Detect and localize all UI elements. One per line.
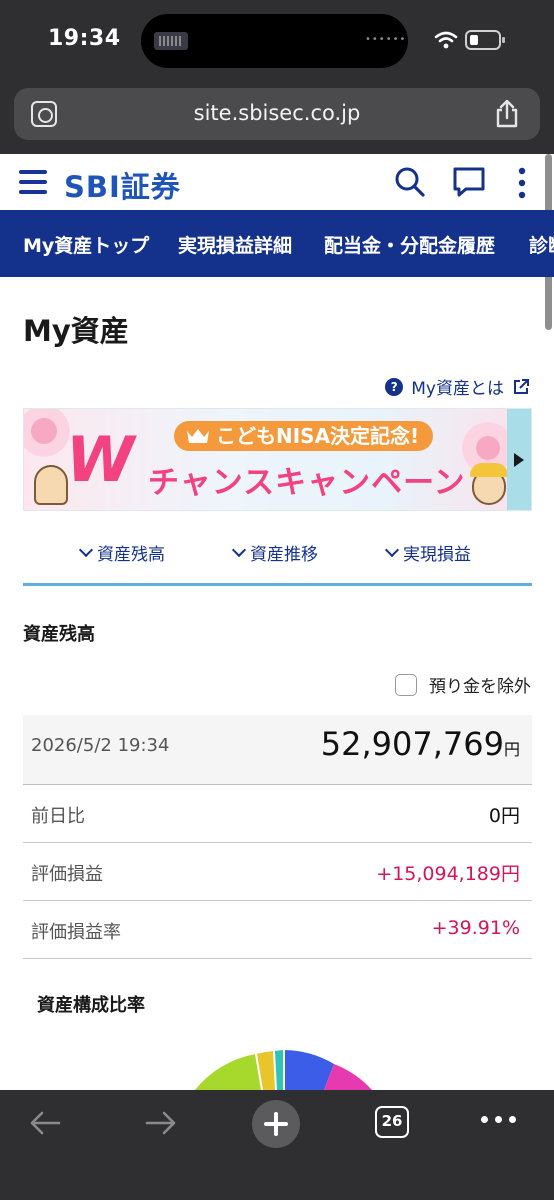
exclude-deposit-checkbox[interactable] [395, 673, 417, 696]
forward-arrow-icon[interactable] [143, 1108, 179, 1138]
banner-w-letter: W [66, 423, 135, 496]
tab-count-button[interactable]: 26 [375, 1106, 409, 1138]
composition-donut-chart [195, 1050, 372, 1090]
more-vertical-icon[interactable] [512, 166, 532, 200]
more-horizontal-icon[interactable] [481, 1114, 517, 1126]
unrealized-pl-rate-value: +39.91% [431, 917, 520, 939]
site-header: SBI証券 [0, 154, 554, 210]
help-link-label[interactable]: My資産とは [411, 374, 504, 399]
total-balance-row: 2026/5/2 19:34 52,907,769円 [23, 715, 532, 785]
banner-main-text: チャンスキャンペーン [148, 465, 466, 501]
tab-my-assets-top[interactable]: My資産トップ [23, 231, 149, 258]
anchor-trend[interactable]: 資産推移 [231, 540, 318, 565]
composition-title: 資産構成比率 [37, 995, 145, 1016]
address-bar[interactable]: site.sbisec.co.jp [14, 88, 540, 140]
tab-realized-pl[interactable]: 実現損益詳細 [178, 231, 292, 258]
child-illustration [470, 463, 508, 505]
chevron-down-icon [384, 542, 400, 557]
help-link[interactable]: ? My資産とは [385, 374, 530, 399]
child-illustration [34, 465, 68, 505]
back-arrow-icon[interactable] [27, 1108, 63, 1138]
total-balance: 52,907,769円 [320, 725, 520, 763]
new-tab-plus-icon[interactable] [252, 1100, 300, 1148]
island-dots: •••••• [365, 34, 407, 45]
page-title: My資産 [23, 314, 129, 348]
anchor-balance[interactable]: 資産残高 [78, 540, 165, 565]
unrealized-pl-label: 評価損益 [31, 864, 103, 885]
chevron-down-icon [231, 542, 247, 557]
balance-section-title: 資産残高 [23, 624, 95, 645]
banner-subtitle: こどもNISA決定記念! [174, 421, 434, 451]
tab-diagnosis[interactable]: 診断 [529, 231, 554, 258]
section-anchors: 資産残高 資産推移 実現損益 [23, 538, 532, 586]
unrealized-pl-rate-label: 評価損益率 [31, 922, 121, 943]
daily-change-value: 0円 [488, 805, 520, 827]
crown-icon [187, 429, 209, 443]
browser-toolbar: 26 [0, 1090, 554, 1200]
chevron-down-icon [78, 542, 94, 557]
url-text[interactable]: site.sbisec.co.jp [14, 101, 540, 125]
question-icon: ? [385, 377, 404, 396]
nav-tabs: My資産トップ 実現損益詳細 配当金・分配金履歴 診断 [0, 210, 554, 277]
sbi-logo[interactable]: SBI証券 [64, 164, 181, 206]
unrealized-pl-row: 評価損益 +15,094,189円 [23, 843, 532, 901]
battery-icon [465, 30, 505, 50]
browser-chrome-top: 19:34 •••••• site.sbisec.co.jp [0, 0, 554, 154]
menu-icon[interactable] [19, 170, 47, 194]
chat-icon[interactable] [452, 166, 486, 198]
balance-timestamp: 2026/5/2 19:34 [31, 735, 170, 756]
daily-change-label: 前日比 [31, 806, 85, 827]
tab-dividend-history[interactable]: 配当金・分配金履歴 [324, 231, 495, 258]
status-time: 19:34 [48, 26, 121, 51]
wifi-icon [434, 31, 458, 49]
island-activity-icon [154, 32, 188, 50]
search-icon[interactable] [394, 166, 426, 198]
unrealized-pl-value: +15,094,189円 [376, 863, 520, 885]
banner-next-arrow-icon[interactable] [507, 409, 531, 510]
campaign-banner[interactable]: W こどもNISA決定記念! チャンスキャンペーン [23, 408, 532, 511]
anchor-realized[interactable]: 実現損益 [384, 540, 471, 565]
exclude-deposit-toggle[interactable]: 預り金を除外 [395, 672, 531, 697]
share-icon[interactable] [493, 99, 521, 129]
external-link-icon [514, 378, 529, 394]
daily-change-row: 前日比 0円 [23, 785, 532, 843]
unrealized-pl-rate-row: 評価損益率 +39.91% [23, 901, 532, 959]
exclude-deposit-label[interactable]: 預り金を除外 [429, 672, 531, 697]
